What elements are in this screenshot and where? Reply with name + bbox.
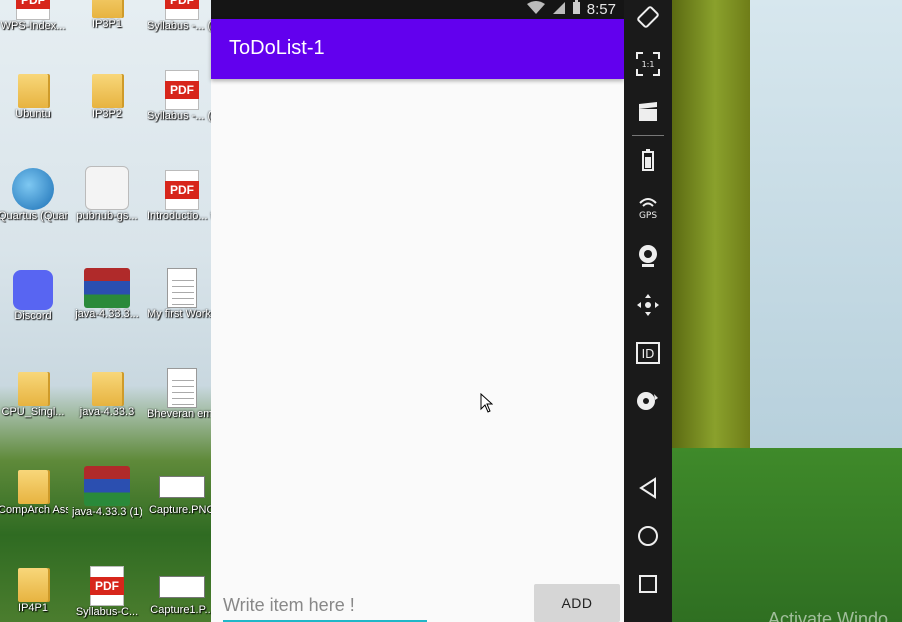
home-icon[interactable] (632, 520, 664, 552)
desktop-icon[interactable]: PDF WPS-Index... (0, 0, 68, 33)
desktop-icon[interactable]: java-4.33.3... (72, 268, 142, 321)
desktop-icon-label: Syllabus-C... (75, 606, 139, 618)
desktop-icon[interactable]: pubnub-gs... (72, 166, 142, 223)
desktop-icon[interactable]: PDF Introductio... to digital f... (147, 170, 211, 223)
desktop-icon-label: pubnub-gs... (76, 210, 138, 222)
desktop-icon[interactable]: PDF Syllabus-C... (72, 566, 142, 619)
desktop-icon-label: Discord (14, 310, 52, 322)
desktop-icon[interactable]: My first Worksh... (147, 268, 211, 321)
discord-app-icon (13, 270, 53, 310)
signal-icon (552, 1, 566, 19)
battery-icon[interactable] (632, 144, 664, 176)
pdf-file-icon: PDF (16, 0, 50, 20)
folder-icon (18, 372, 48, 406)
add-item-row: ADD (211, 580, 624, 622)
one-to-one-icon[interactable]: 1:1 (632, 48, 664, 80)
folder-icon (18, 568, 48, 602)
image-file-icon (159, 476, 205, 498)
overview-icon[interactable] (632, 568, 664, 600)
desktop-icon[interactable]: java-4.33.3 (72, 368, 142, 419)
desktop-icon[interactable]: Quartus (Quartus ... (0, 168, 68, 223)
back-icon[interactable] (632, 472, 664, 504)
desktop-icon-label: Introductio... to digital f... (147, 210, 211, 222)
winrar-archive-icon (84, 268, 130, 308)
svg-text:1:1: 1:1 (642, 60, 655, 69)
rotate-icon[interactable] (632, 1, 664, 33)
java-file-icon (85, 166, 129, 210)
text-file-icon (167, 368, 197, 408)
wifi-icon (526, 0, 546, 19)
desktop-icon[interactable]: Ubuntu (0, 70, 68, 121)
emulator-screen: 8:57 ToDoList-1 ADD (211, 0, 624, 622)
desktop-icon-label: Capture.PNG (148, 504, 211, 516)
desktop-icon-label: Capture1.P... (150, 604, 211, 616)
desktop-icon[interactable]: PDF Syllabus -... (1).pdf (147, 70, 211, 123)
svg-text:GPS: GPS (639, 211, 657, 221)
desktop-icon[interactable]: IP3P2 (72, 70, 142, 121)
app-title: ToDoList-1 (229, 37, 325, 59)
desktop-icon-label: java-4.33.3 (1).zip (72, 506, 142, 518)
quartus-app-icon (12, 168, 54, 210)
desktop-icon[interactable]: Bheveran email.txt (147, 368, 211, 421)
desktop-icon-label: Bheveran email.txt (147, 408, 211, 420)
desktop-icon-label: WPS-Index... (0, 20, 66, 32)
desktop-wallpaper: Activate Windo (672, 0, 902, 622)
desktop-icon-label: java-4.33.3... (75, 308, 139, 320)
desktop-icon[interactable]: Capture1.P... (147, 566, 211, 617)
status-bar: 8:57 (211, 0, 624, 19)
battery-icon (572, 0, 581, 19)
status-time: 8:57 (586, 1, 616, 18)
desktop-icon[interactable]: CPU_Singl... (0, 368, 68, 419)
emulator-toolbar: 1:1 GPS ID (624, 0, 672, 622)
svg-text:ID: ID (642, 347, 655, 361)
screen-record-icon[interactable] (632, 96, 664, 128)
desktop-icon-label: CPU_Singl... (1, 406, 65, 418)
pdf-file-icon: PDF (165, 170, 199, 210)
desktop-icon-label: IP3P1 (92, 18, 122, 30)
folder-icon (18, 470, 48, 504)
desktop-icon-label: My first Worksh... (147, 308, 211, 320)
gps-icon[interactable]: GPS (632, 192, 664, 224)
desktop-icon[interactable]: Discord (0, 270, 68, 323)
todo-list[interactable] (211, 79, 624, 579)
desktop-icon-label: java-4.33.3 (79, 406, 135, 418)
desktop-icon[interactable]: Capture.PNG (147, 466, 211, 517)
add-button[interactable]: ADD (534, 584, 620, 622)
move-icon[interactable] (632, 289, 664, 321)
folder-icon (18, 74, 48, 108)
folder-icon (92, 372, 122, 406)
desktop-icon-label: Quartus (Quartus ... (0, 210, 68, 222)
winrar-archive-icon (84, 466, 130, 506)
pdf-file-icon: PDF (90, 566, 124, 606)
desktop-icon[interactable]: CompArch Assignmen... (0, 466, 68, 517)
image-file-icon (159, 576, 205, 598)
pdf-file-icon: PDF (165, 70, 199, 110)
windows-activation-watermark: Activate Windo (768, 609, 889, 622)
item-input[interactable] (223, 592, 427, 622)
desktop-icon-label: IP3P2 (92, 108, 122, 120)
pdf-file-icon: PDF (165, 0, 199, 20)
desktop-icon[interactable]: java-4.33.3 (1).zip (72, 466, 142, 519)
fingerprint-icon[interactable] (632, 385, 664, 417)
folder-icon (92, 74, 122, 108)
id-icon[interactable]: ID (632, 337, 664, 369)
desktop-area: PDF WPS-Index... IP3P1 PDF Syllabus -...… (0, 0, 211, 622)
text-file-icon (167, 268, 197, 308)
desktop-icon-label: Ubuntu (15, 108, 51, 120)
desktop-icon-label: CompArch Assignmen... (0, 504, 68, 516)
desktop-icon[interactable]: IP4P1 (0, 564, 68, 615)
desktop-icon-label: Syllabus -... (1).pdf (147, 110, 211, 122)
desktop-icon[interactable]: IP3P1 (72, 0, 142, 31)
app-bar: ToDoList-1 (211, 19, 624, 79)
desktop-icon[interactable]: PDF Syllabus -... (9).pdf (147, 0, 211, 33)
desktop-icon-label: Syllabus -... (9).pdf (147, 20, 211, 32)
camera-icon[interactable] (632, 240, 664, 272)
mouse-cursor-icon (480, 392, 494, 417)
desktop-icon-label: IP4P1 (18, 602, 48, 614)
folder-icon (92, 0, 122, 18)
